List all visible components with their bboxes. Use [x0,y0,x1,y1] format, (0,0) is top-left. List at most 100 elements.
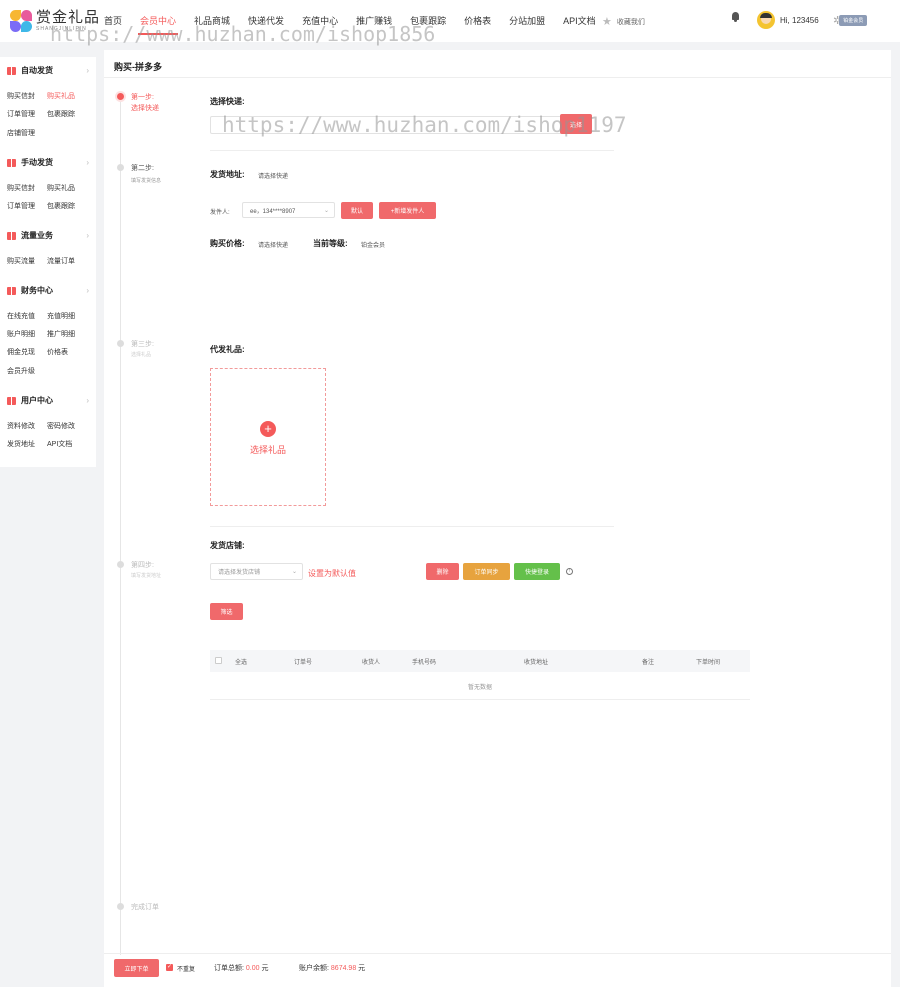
sidebar-item-online-recharge[interactable]: 在线充值 [7,311,35,321]
price-label: 购买价格: [210,239,245,248]
sidebar-item-tracking[interactable]: 包裹跟踪 [47,109,75,119]
sender-select[interactable]: ee，134****8907 ⌄ [242,202,335,218]
divider [210,150,614,151]
nav-tracking[interactable]: 包裹跟踪 [410,14,446,27]
address-value: 请选择快递 [258,174,289,180]
logo-icon [10,10,32,32]
sidebar-section-finance[interactable]: 财务中心 › [7,285,89,296]
quick-login-button[interactable]: 快捷登录 [514,563,560,580]
sidebar-item-tracking-manual[interactable]: 包裹跟踪 [47,201,75,211]
sidebar-item-change-password[interactable]: 密码修改 [47,421,75,431]
no-repeat-label[interactable]: 不重复 [177,964,195,973]
member-level-badge: 铂金会员 [839,15,868,26]
select-gift-box[interactable]: + 选择礼品 [210,368,326,506]
select-gift-label: 选择礼品 [249,445,286,455]
brand-logo[interactable]: 赏金礼品 SHANGJINLIPIN [10,10,100,32]
sidebar-item-orders-manual[interactable]: 订单管理 [7,201,35,211]
nav-member-center[interactable]: 会员中心 [138,14,179,35]
filter-button[interactable]: 筛选 [210,603,243,620]
step-1-sub: 选择快递 [131,105,159,112]
set-default-link[interactable]: 设置为默认值 [308,568,356,579]
nav-franchise[interactable]: 分站加盟 [509,14,545,27]
chevron-right-icon: › [86,66,89,75]
add-sender-button[interactable]: +新增发件人 [379,202,436,219]
submit-order-button[interactable]: 立即下单 [114,959,159,977]
select-express-button[interactable]: 选择 [560,114,592,134]
step-timeline [120,100,121,955]
step-3-title: 第三步: [131,341,154,348]
chevron-right-icon: › [86,158,89,167]
nav-recharge[interactable]: 充值中心 [302,14,338,27]
info-icon[interactable]: ! [566,568,573,575]
gift-label: 代发礼品: [210,345,245,354]
main-panel: 购买-拼多多 第一步: 选择快递 第二步: 填写发货信息 第三步: 选择礼品 第… [104,50,891,987]
step-4-sub: 填写发货地址 [131,573,162,579]
favorite-label: 收藏我们 [616,18,645,26]
nav-api-docs[interactable]: API文档 [563,14,596,27]
nav-home[interactable]: 首页 [104,14,122,27]
order-total-value: 0.00 [245,965,260,972]
nav-express[interactable]: 快递代发 [248,14,284,27]
sidebar-item-commission[interactable]: 佣金兑现 [7,347,35,357]
sidebar-item-orders[interactable]: 订单管理 [7,109,35,119]
main-nav: 首页 会员中心 礼品商城 快递代发 充值中心 推广赚钱 包裹跟踪 价格表 分站加… [104,14,614,35]
chevron-right-icon: › [86,231,89,240]
avatar[interactable] [757,11,775,29]
sync-orders-button[interactable]: 订单同步 [463,563,510,580]
step-3-sub: 选择礼品 [131,352,152,358]
chevron-down-icon: ⌄ [323,208,329,214]
step-dot-1 [117,93,124,100]
order-total: 订单总额: 0.00 元 [214,965,269,972]
table-body: 暂无数据 [210,672,750,700]
sidebar-section-manual-ship[interactable]: 手动发货 › [7,157,89,168]
nav-gift-mall[interactable]: 礼品商城 [194,14,230,27]
sidebar-section-user[interactable]: 用户中心 › [7,395,89,406]
shop-select[interactable]: 请选择发货店铺 ⌄ [210,563,303,580]
express-select[interactable] [210,116,562,134]
no-repeat-checkbox[interactable]: ✓ [166,964,173,971]
sidebar-item-buy-gift[interactable]: 购买礼品 [47,91,75,101]
sidebar-section-auto-ship[interactable]: 自动发货 › [7,65,89,76]
column-receiver: 收货人 [362,660,381,666]
column-select-all[interactable]: 全选 [235,657,247,666]
sidebar-item-upgrade[interactable]: 会员升级 [7,366,35,376]
select-all-checkbox[interactable] [215,657,222,664]
sidebar-item-buy-gift-manual[interactable]: 购买礼品 [47,183,75,193]
sidebar-item-api-docs[interactable]: API文档 [47,439,72,449]
sidebar-item-buy-envelope[interactable]: 购买信封 [7,91,35,101]
user-greeting[interactable]: Hi, 123456 [780,16,819,25]
column-order-time: 下单时间 [696,660,721,666]
nav-promote[interactable]: 推广赚钱 [356,14,392,27]
sidebar-section-traffic[interactable]: 流量业务 › [7,230,89,241]
column-order-no: 订单号 [294,660,313,666]
chevron-right-icon: › [86,286,89,295]
sidebar-item-buy-envelope-manual[interactable]: 购买信封 [7,183,35,193]
step-5-title: 完成订单 [131,904,159,911]
sidebar-item-account-detail[interactable]: 账户明细 [7,329,35,339]
sidebar-item-ship-address[interactable]: 发货地址 [7,439,35,449]
sidebar-item-recharge-detail[interactable]: 充值明细 [47,311,75,321]
delete-shop-button[interactable]: 删除 [426,563,459,580]
gift-icon [7,286,16,295]
step-dot-5 [117,903,124,910]
bell-icon[interactable] [731,12,740,22]
step-dot-2 [117,164,124,171]
step-2-sub: 填写发货信息 [131,178,162,184]
column-address: 收货地址 [524,660,549,666]
address-label: 发货地址: [210,170,245,179]
level-value: 铂金会员 [361,243,386,249]
sidebar-item-edit-profile[interactable]: 资料修改 [7,421,35,431]
sidebar-item-traffic-orders[interactable]: 流量订单 [47,256,75,266]
sidebar: 自动发货 › 购买信封 购买礼品 订单管理 包裹跟踪 店铺管理 手动发货 › 购… [0,57,96,467]
empty-state: 暂无数据 [467,685,492,691]
gift-icon [7,158,16,167]
sidebar-item-promo-detail[interactable]: 推广明细 [47,329,75,339]
nav-price-table[interactable]: 价格表 [464,14,491,27]
sidebar-item-shops[interactable]: 店铺管理 [7,128,35,138]
sidebar-item-price-table[interactable]: 价格表 [47,347,68,357]
favorite-link[interactable]: ★ 收藏我们 [602,15,645,28]
sidebar-item-buy-traffic[interactable]: 购买流量 [7,256,35,266]
express-label: 选择快递: [210,97,245,106]
default-sender-button[interactable]: 默认 [341,202,373,219]
price-value: 请选择快递 [258,243,289,249]
